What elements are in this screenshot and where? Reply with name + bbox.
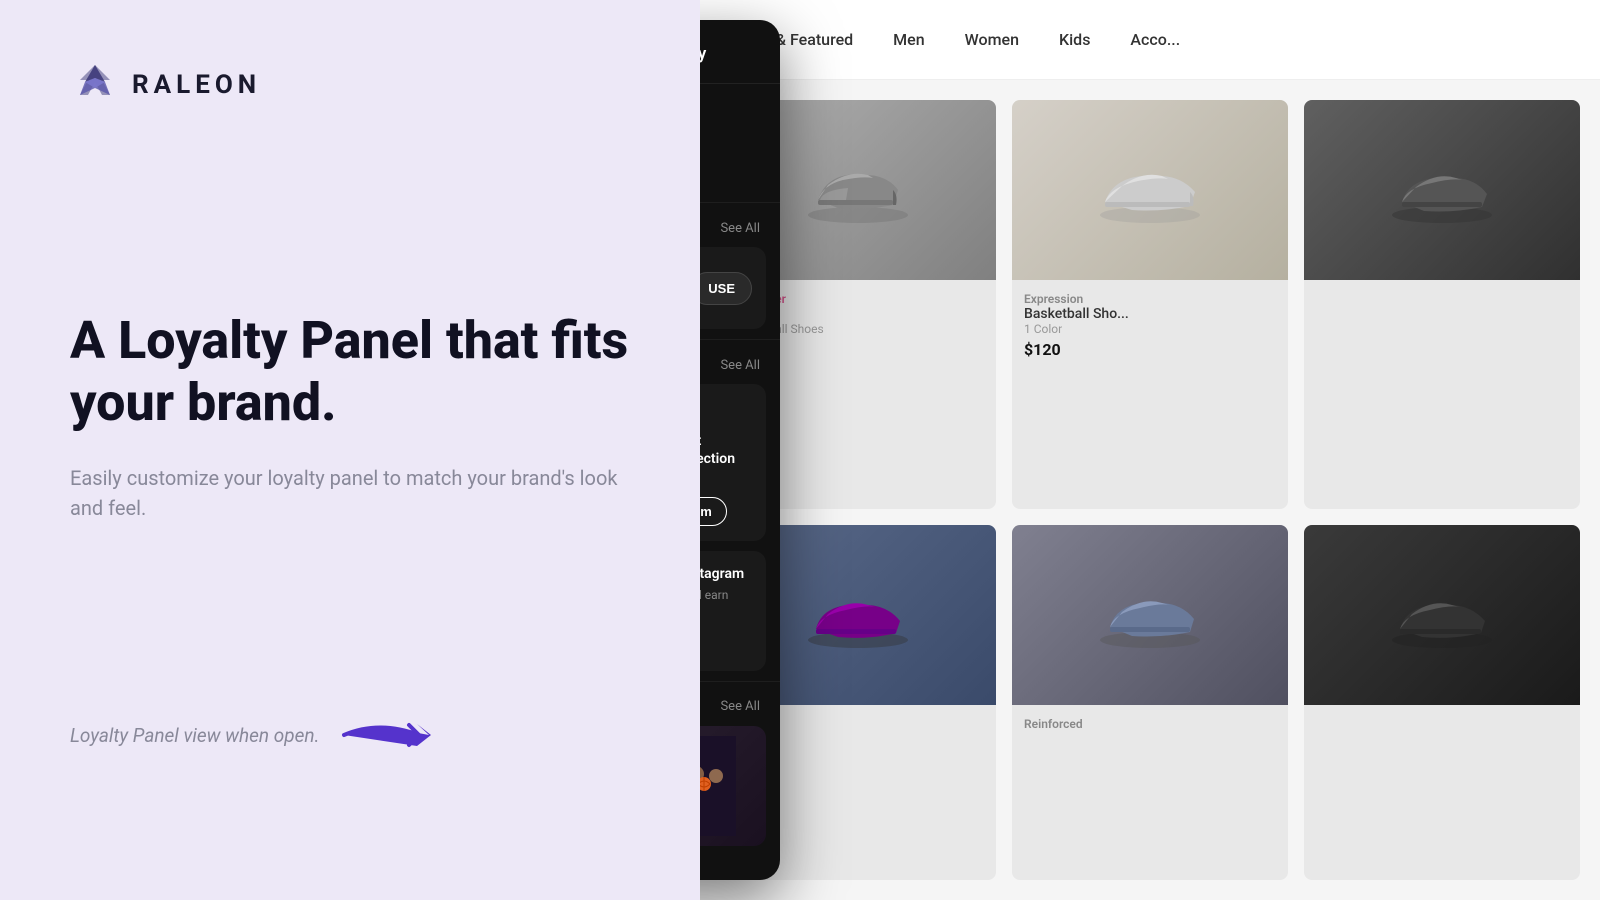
product-card-6[interactable]: [1304, 525, 1580, 881]
points-number: 1,428: [700, 108, 760, 160]
product-image-2: [1012, 100, 1288, 280]
product-brand-2: Expression: [1024, 292, 1276, 306]
redeem-grid: 3 𝟠𝟘: [700, 726, 766, 846]
earn-actions-1: 500 Points Free Item: [700, 496, 752, 527]
shoe-svg-3: [1382, 150, 1502, 230]
ways-to-earn-header: Ways to Earn (6) See All: [700, 340, 780, 384]
product-info-3: [1304, 280, 1580, 304]
nav-item-women[interactable]: Women: [965, 30, 1019, 49]
redeem-card-2[interactable]: 3 𝟠𝟘: [700, 726, 766, 846]
earn-title-2: Follow Secret Sneakers Instagram: [700, 565, 752, 583]
headline: A Loyalty Panel that fits your brand.: [70, 310, 630, 435]
ways-section: Ways to Earn (6) See All ✦ Special Event: [700, 339, 780, 671]
hero-content: A Loyalty Panel that fits your brand. Ea…: [70, 310, 630, 583]
product-card-5[interactable]: Reinforced: [1012, 525, 1288, 881]
product-image-3: [1304, 100, 1580, 280]
earn-actions-2: 20 Points: [700, 626, 752, 657]
nav-item-men[interactable]: Men: [893, 30, 924, 49]
product-price-2: $120: [1024, 340, 1276, 359]
earn-info-1: Buy new shoes from Secret Sneakers Sprin…: [700, 432, 752, 527]
earn-subtitle-1: item should be over $80: [700, 472, 752, 486]
basketball-game-svg: 3 𝟠𝟘: [700, 736, 736, 836]
raleon-logo-icon: [70, 60, 120, 110]
earn-card-1-inner: Buy new shoes from Secret Sneakers Sprin…: [700, 432, 752, 527]
earn-card-1: ✦ Special Event Buy new shoes from Secre…: [700, 384, 766, 541]
shoe-svg-5: [1090, 575, 1210, 655]
product-color-2: 1 Color: [1024, 322, 1276, 336]
product-card-3[interactable]: [1304, 100, 1580, 509]
my-rewards-header: My Rewards (2) See All: [700, 203, 780, 247]
ways-to-earn-see-all[interactable]: See All: [720, 358, 760, 373]
shoe-svg-1: [798, 150, 918, 230]
panel-title: Secret Sneaker Loyalty: [700, 44, 706, 64]
product-brand-5: Reinforced: [1024, 717, 1276, 731]
store-nav: New & Featured Men Women Kids Acco...: [700, 0, 1600, 80]
redeem-header: Redeem Rewards See All: [700, 682, 780, 726]
nav-item-acco[interactable]: Acco...: [1130, 30, 1180, 49]
shoe-svg-2: [1090, 150, 1210, 230]
caption-text: Loyalty Panel view when open.: [70, 724, 319, 747]
earn-card-2-inner: Follow Secret Sneakers Instagram Follow …: [700, 565, 752, 656]
product-name-2: Basketball Sho...: [1024, 306, 1276, 322]
logo-text: RALEON: [132, 70, 261, 100]
points-label: available points: [700, 166, 760, 182]
panel-header: Secret Sneaker Loyalty: [700, 20, 780, 84]
left-panel: RALEON A Loyalty Panel that fits your br…: [0, 0, 700, 900]
use-button[interactable]: USE: [700, 272, 752, 305]
earn-info-2: Follow Secret Sneakers Instagram Follow …: [700, 565, 752, 656]
product-card-2[interactable]: Expression Basketball Sho... 1 Color $12…: [1012, 100, 1288, 509]
caption-row: Loyalty Panel view when open.: [70, 710, 630, 840]
logo: RALEON: [70, 60, 630, 110]
earn-card-2: Follow Secret Sneakers Instagram Follow …: [700, 551, 766, 670]
shoe-svg-4: [798, 575, 918, 655]
right-panel: New & Featured Men Women Kids Acco... Be…: [700, 0, 1600, 900]
loyalty-panel: Secret Sneaker Loyalty 1,428 available p…: [700, 20, 780, 880]
redeem-section: Redeem Rewards See All: [700, 681, 780, 846]
product-info-5: Reinforced: [1012, 705, 1288, 743]
product-info-6: [1304, 705, 1580, 729]
points-section: 1,428 available points: [700, 84, 780, 203]
redeem-see-all[interactable]: See All: [720, 699, 760, 714]
product-image-6: [1304, 525, 1580, 705]
nav-item-kids[interactable]: Kids: [1059, 30, 1090, 49]
product-image-5: [1012, 525, 1288, 705]
basketball-player-image: 3 𝟠𝟘: [700, 726, 766, 846]
free-item-button[interactable]: Free Item: [700, 497, 727, 526]
subheadline: Easily customize your loyalty panel to m…: [70, 463, 630, 523]
shoe-svg-6: [1382, 575, 1502, 655]
my-rewards-see-all[interactable]: See All: [720, 221, 760, 236]
earn-title-1: Buy new shoes from Secret Sneakers Sprin…: [700, 432, 752, 468]
earn-subtitle-2: Follow Secret Sneaker on IG and earn ext…: [700, 588, 752, 616]
product-info-2: Expression Basketball Sho... 1 Color $12…: [1012, 280, 1288, 371]
reward-card-1: 10% Discount to the new collection ⏱ 12 …: [700, 247, 766, 329]
arrow-icon: [339, 710, 459, 760]
product-grid: Bestseller "Tarpit" Basketball Shoes Exp…: [700, 80, 1600, 900]
